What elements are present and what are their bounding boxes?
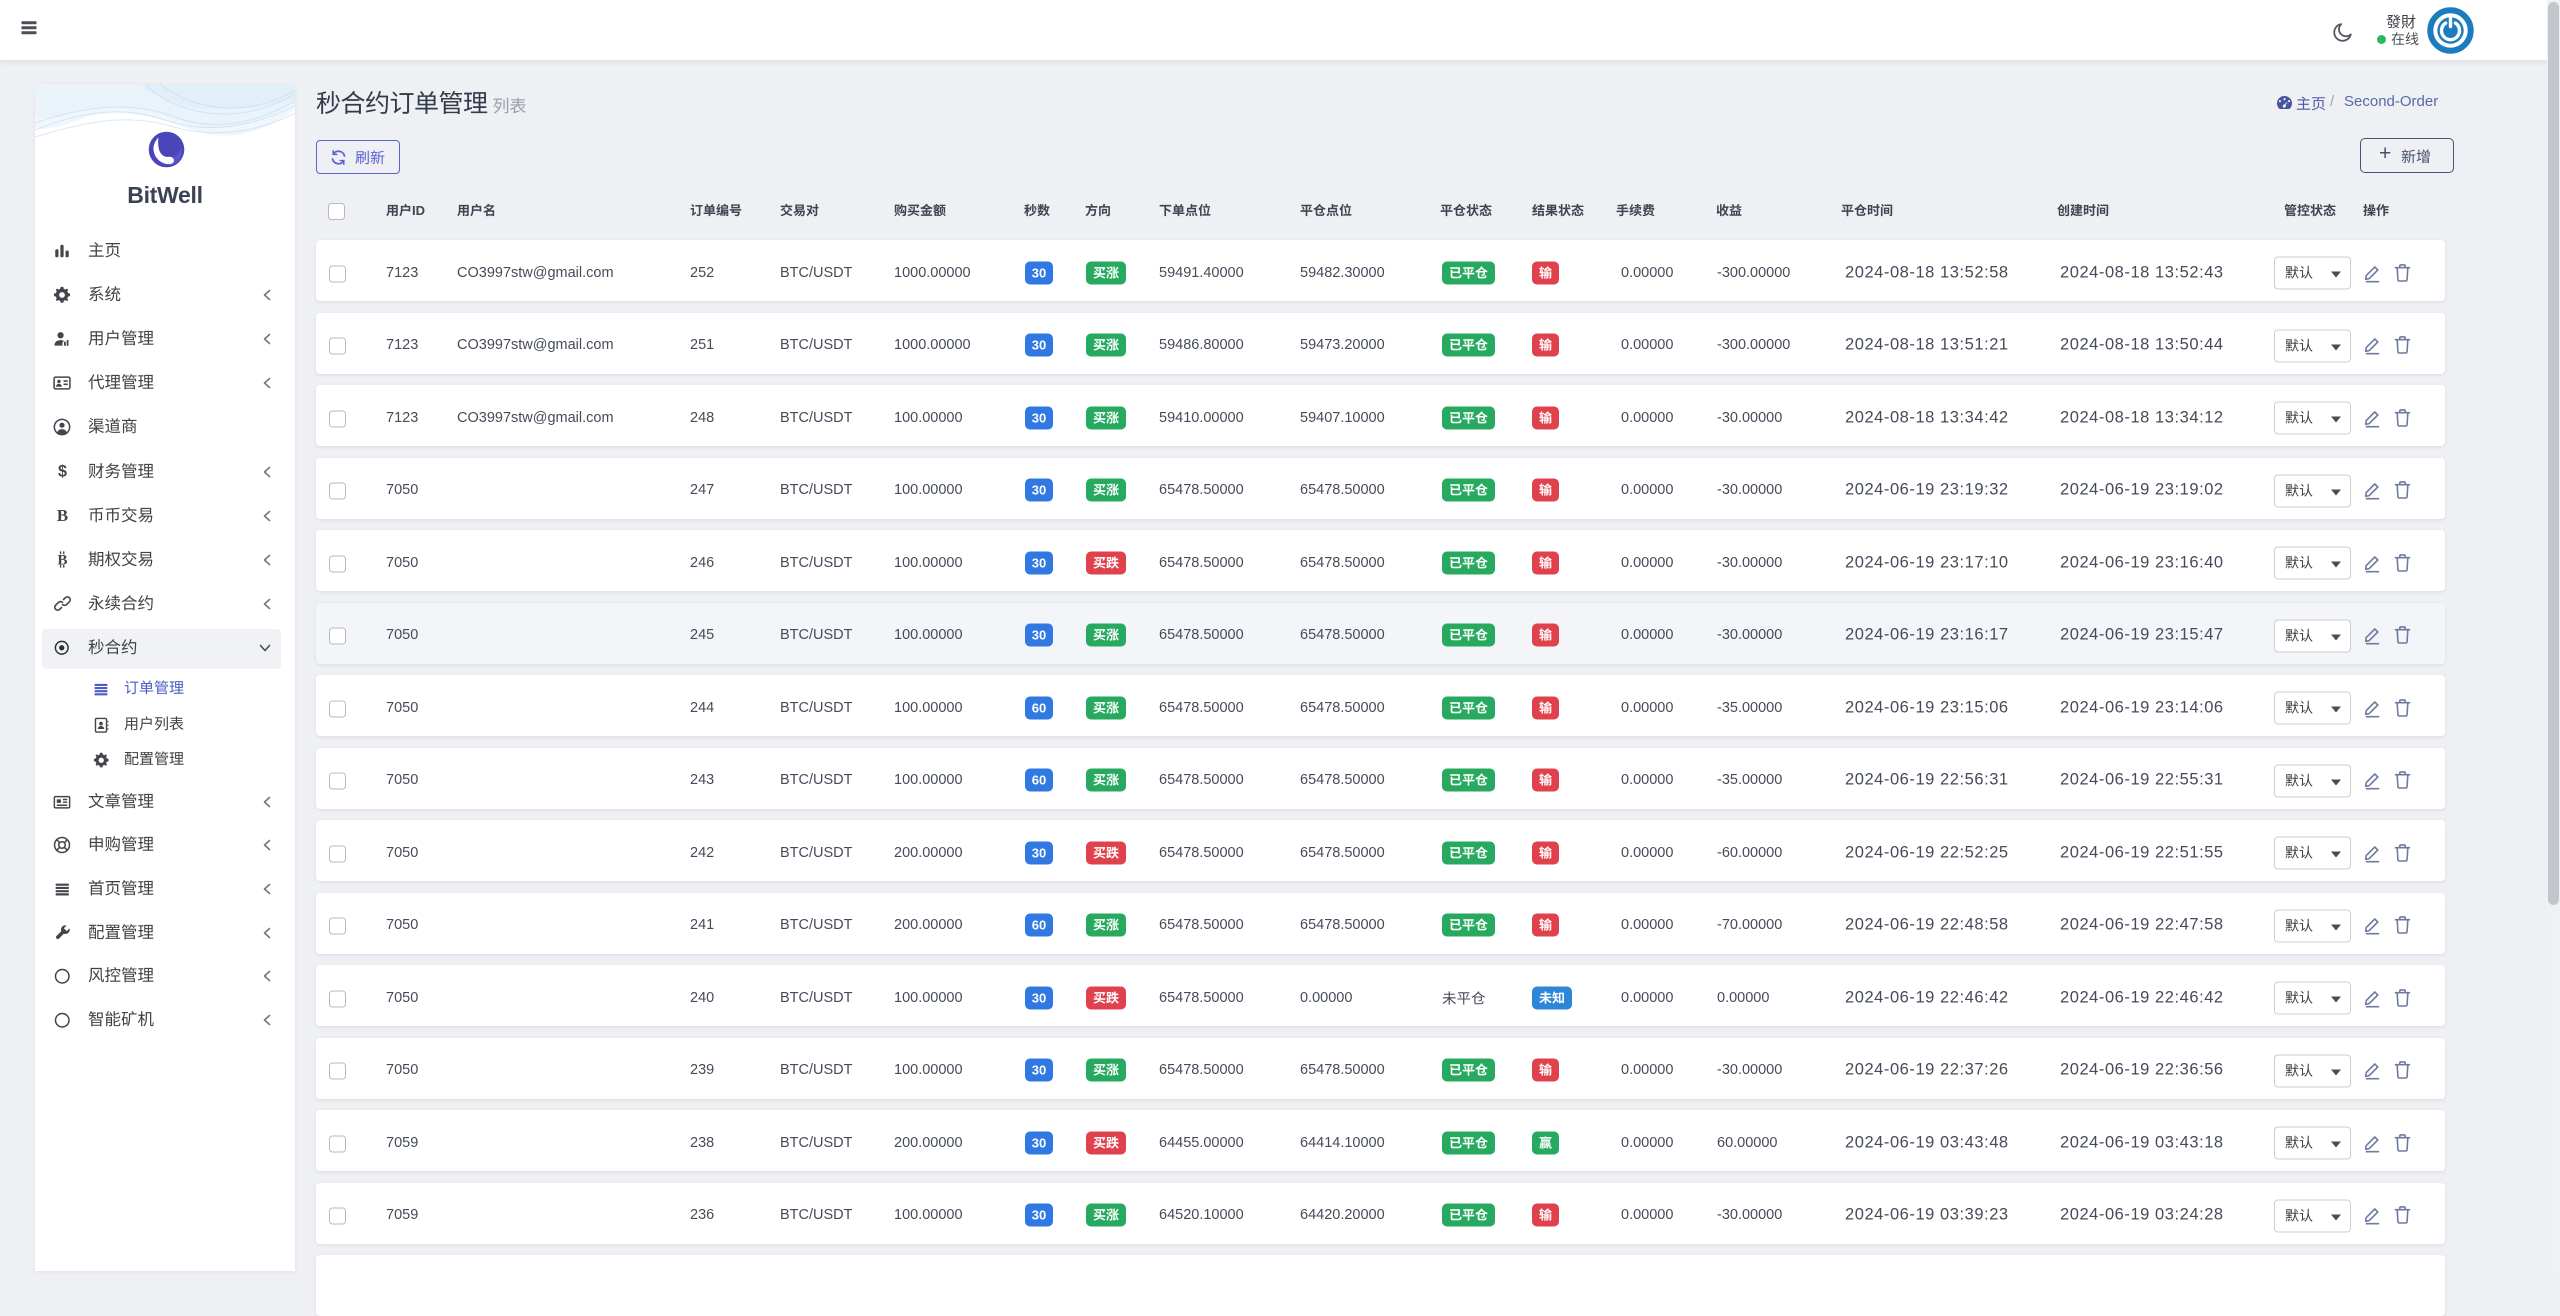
svg-text:B: B (57, 552, 67, 569)
svg-text:B: B (56, 506, 67, 525)
svg-text:$: $ (58, 463, 67, 481)
